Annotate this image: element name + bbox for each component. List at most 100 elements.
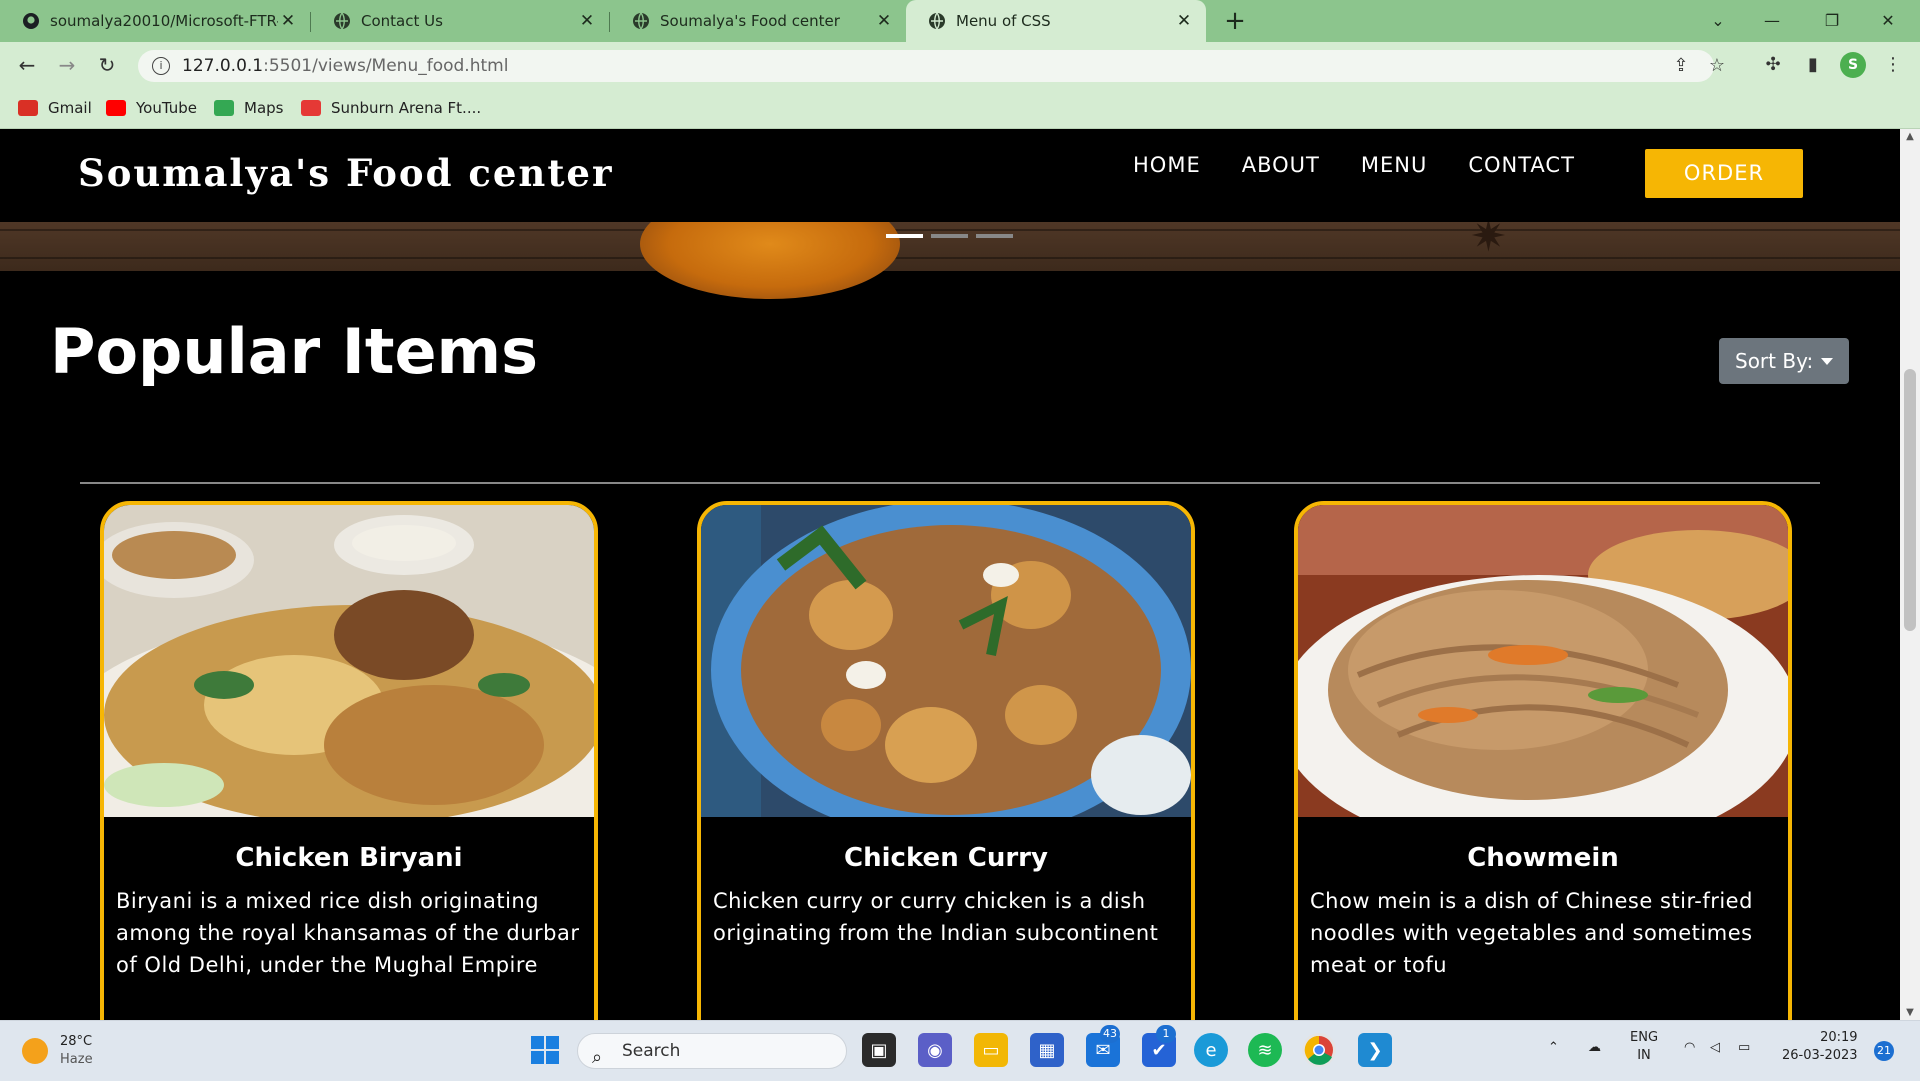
edge-icon[interactable]: e: [1194, 1033, 1228, 1067]
forward-button[interactable]: →: [52, 50, 82, 80]
taskbar-search[interactable]: ⌕ Search: [577, 1033, 847, 1069]
todo-badge: 1: [1156, 1025, 1176, 1043]
sunburn-icon: [301, 100, 321, 116]
minimize-button[interactable]: —: [1752, 6, 1792, 36]
github-icon: [22, 12, 40, 30]
brand-logo[interactable]: Soumalya's Food center: [78, 151, 613, 195]
tab-github[interactable]: soumalya20010/Microsoft-FTR-p ✕: [0, 0, 310, 42]
page-viewport: ✷ Soumalya's Food center HOME ABOUT MENU…: [0, 129, 1900, 1020]
tab-menu-of-css[interactable]: Menu of CSS ✕: [906, 0, 1206, 42]
close-icon[interactable]: ✕: [1174, 11, 1194, 31]
more-menu-icon[interactable]: ⋮: [1880, 52, 1906, 78]
order-button[interactable]: ORDER: [1645, 149, 1803, 198]
wood-grain: [0, 257, 1900, 259]
spotify-icon[interactable]: ≋: [1248, 1033, 1282, 1067]
tab-food-center[interactable]: Soumalya's Food center ✕: [610, 0, 906, 42]
bookmark-youtube[interactable]: YouTube: [106, 88, 197, 128]
file-explorer-icon[interactable]: ▭: [974, 1033, 1008, 1067]
menu-card[interactable]: Chowmein Chow mein is a dish of Chinese …: [1294, 501, 1792, 1020]
carousel-dot[interactable]: [931, 234, 968, 238]
bookmark-maps[interactable]: Maps: [214, 88, 283, 128]
bookmark-gmail[interactable]: Gmail: [18, 88, 92, 128]
gmail-icon: [18, 100, 38, 116]
back-button[interactable]: ←: [12, 50, 42, 80]
globe-icon: [333, 12, 351, 30]
region-code: IN: [1637, 1048, 1651, 1063]
tab-strip: soumalya20010/Microsoft-FTR-p ✕ Contact …: [0, 0, 1920, 42]
item-name: Chicken Biryani: [235, 843, 463, 873]
tab-title: Contact Us: [361, 12, 443, 30]
restore-button[interactable]: ❐: [1812, 6, 1852, 36]
bookmarks-bar: Gmail YouTube Maps Sunburn Arena Ft....: [0, 88, 1920, 129]
close-icon[interactable]: ✕: [577, 11, 597, 31]
nav-menu[interactable]: MENU: [1361, 153, 1427, 177]
address-bar[interactable]: i 127.0.0.1:5501/views/Menu_food.html ⇪ …: [138, 50, 1725, 82]
site-info-icon[interactable]: i: [152, 57, 170, 75]
caret-down-icon: [1821, 358, 1833, 365]
bookmark-star-icon[interactable]: ☆: [1704, 53, 1730, 79]
mail-badge: 43: [1100, 1025, 1120, 1043]
item-description: Chicken curry or curry chicken is a dish…: [713, 889, 1159, 945]
tab-title: Menu of CSS: [956, 12, 1051, 30]
share-icon[interactable]: ⇪: [1668, 53, 1694, 79]
carousel-indicators: [886, 234, 1013, 238]
weather-widget[interactable]: 28°C Haze: [22, 1033, 93, 1069]
bookmark-label: Maps: [244, 99, 284, 117]
store-icon[interactable]: ▦: [1030, 1033, 1064, 1067]
windows-start-icon[interactable]: [528, 1033, 562, 1067]
sun-haze-icon: [22, 1038, 48, 1064]
close-icon[interactable]: ✕: [874, 11, 894, 31]
volume-icon[interactable]: ◁: [1710, 1039, 1720, 1057]
item-name: Chicken Curry: [844, 843, 1048, 873]
scrollbar-thumb[interactable]: [1904, 369, 1916, 631]
page-scrollbar[interactable]: ▲ ▼: [1900, 129, 1920, 1020]
extensions-icon[interactable]: ✣: [1760, 52, 1786, 78]
language-indicator[interactable]: ENG IN: [1630, 1029, 1658, 1065]
youtube-icon: [106, 100, 126, 116]
tab-search-chevron-icon[interactable]: ⌄: [1698, 6, 1738, 36]
item-description: Biryani is a mixed rice dish originating…: [116, 889, 580, 977]
language-code: ENG: [1630, 1030, 1659, 1045]
item-description: Chow mein is a dish of Chinese stir-frie…: [1310, 889, 1753, 977]
new-tab-button[interactable]: +: [1220, 6, 1250, 36]
site-navbar: Soumalya's Food center HOME ABOUT MENU C…: [0, 129, 1900, 222]
show-hidden-icons-chevron[interactable]: ⌃: [1548, 1039, 1559, 1057]
nav-home[interactable]: HOME: [1133, 153, 1201, 177]
vscode-icon[interactable]: ❯: [1358, 1033, 1392, 1067]
reload-button[interactable]: ↻: [92, 50, 122, 80]
battery-icon[interactable]: ▭: [1738, 1039, 1750, 1057]
url-host: 127.0.0.1: [182, 56, 264, 76]
clock[interactable]: 20:19 26-03-2023: [1782, 1029, 1858, 1065]
maps-icon: [214, 100, 234, 116]
weather-temp: 28°C: [60, 1034, 93, 1049]
biryani-image: [104, 505, 594, 817]
wifi-icon[interactable]: ◠: [1684, 1039, 1695, 1057]
carousel-dot[interactable]: [976, 234, 1013, 238]
bookmark-label: YouTube: [136, 99, 197, 117]
side-panel-icon[interactable]: ▮: [1800, 52, 1826, 78]
carousel-dot[interactable]: [886, 234, 923, 238]
bookmark-sunburn[interactable]: Sunburn Arena Ft....: [301, 88, 481, 128]
weather-desc: Haze: [60, 1052, 93, 1067]
notification-count[interactable]: 21: [1874, 1041, 1894, 1061]
sort-label: Sort By:: [1735, 349, 1814, 373]
onedrive-cloud-icon[interactable]: ☁: [1588, 1039, 1601, 1057]
time: 20:19: [1820, 1030, 1858, 1045]
chrome-icon[interactable]: [1302, 1033, 1336, 1067]
nav-about[interactable]: ABOUT: [1242, 153, 1320, 177]
task-view-icon[interactable]: ▣: [862, 1033, 896, 1067]
profile-avatar[interactable]: S: [1840, 52, 1866, 78]
teams-chat-icon[interactable]: ◉: [918, 1033, 952, 1067]
tab-contact-us[interactable]: Contact Us ✕: [311, 0, 609, 42]
date: 26-03-2023: [1782, 1048, 1858, 1063]
close-icon[interactable]: ✕: [278, 11, 298, 31]
tab-title: Soumalya's Food center: [660, 12, 840, 30]
sort-dropdown-button[interactable]: Sort By:: [1719, 338, 1849, 384]
close-window-button[interactable]: ✕: [1868, 6, 1908, 36]
menu-card[interactable]: Chicken Curry Chicken curry or curry chi…: [697, 501, 1195, 1020]
section-divider: [80, 482, 1820, 484]
scroll-down-icon[interactable]: ▼: [1900, 1007, 1920, 1018]
scroll-up-icon[interactable]: ▲: [1900, 131, 1920, 142]
nav-contact[interactable]: CONTACT: [1468, 153, 1575, 177]
menu-card[interactable]: Chicken Biryani Biryani is a mixed rice …: [100, 501, 598, 1020]
